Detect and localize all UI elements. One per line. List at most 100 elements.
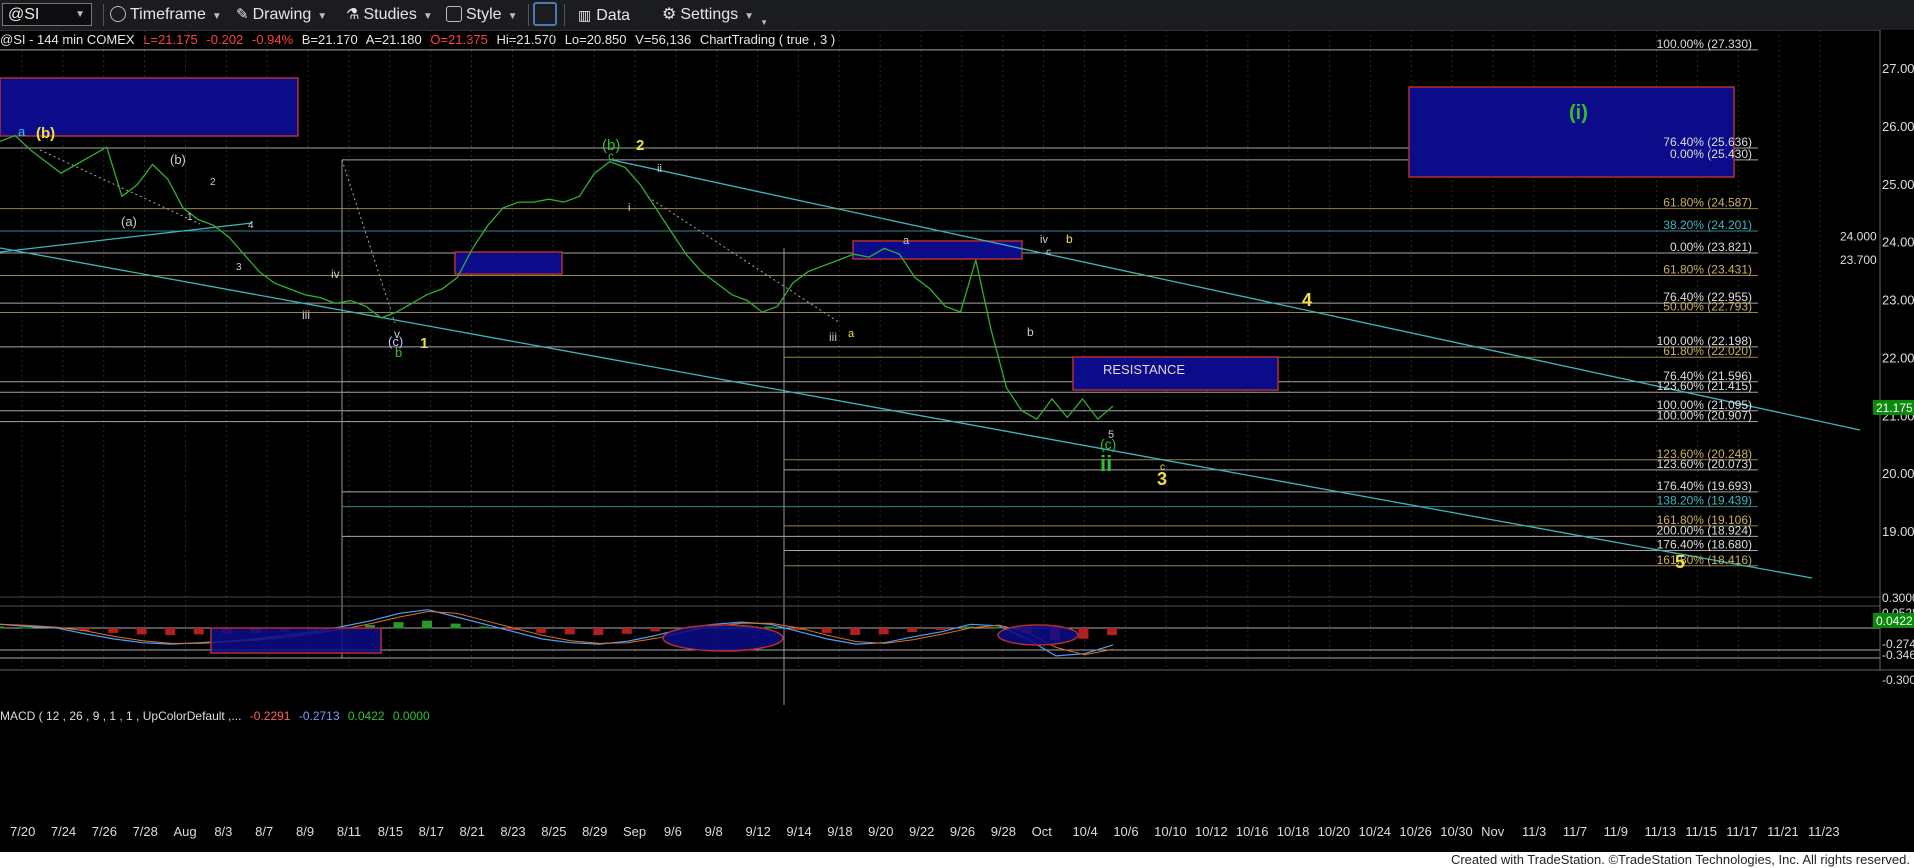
macd-value: -0.2291 <box>249 709 291 723</box>
macd-histogram-bar <box>0 626 4 629</box>
wave-b-small: b <box>1027 325 1034 339</box>
date-axis-label: 10/6 <box>1113 824 1138 839</box>
date-axis-label: 11/17 <box>1726 824 1758 839</box>
wave-b-green: b <box>395 345 402 360</box>
price-axis-label: 27.000 <box>1882 61 1914 76</box>
layout-toggle-icon[interactable] <box>533 2 557 26</box>
macd-axis-label: -0.3461 <box>1882 648 1914 662</box>
fib-label: 61.80% (24.587) <box>1663 196 1752 210</box>
fib-label: 100.00% (20.907) <box>1657 409 1752 423</box>
price-axis-label: 24.000 <box>1882 235 1914 250</box>
style-label: Style <box>466 6 502 23</box>
fib-label: 38.20% (24.201) <box>1663 218 1752 232</box>
pencil-icon: ✎ <box>236 6 249 23</box>
macd-histogram-bar <box>1107 628 1117 636</box>
date-axis-label: 10/20 <box>1318 824 1351 839</box>
last-price-tag: 21.175 <box>1873 400 1914 415</box>
wave-a-top: a <box>18 124 26 139</box>
symbol-input[interactable]: @SI ▼ <box>2 3 92 26</box>
macd-histogram-bar <box>1078 628 1089 639</box>
wave-c-small-2: c <box>1046 247 1051 258</box>
macd-histogram-bar <box>108 628 119 633</box>
macd-annotations <box>210 624 1079 654</box>
macd-last-tag: 0.0422 <box>1873 613 1914 628</box>
date-axis-label: 7/28 <box>133 824 158 839</box>
date-axis-label: 9/8 <box>705 824 723 839</box>
drawing-label: Drawing <box>252 6 312 23</box>
date-axis-label: 10/10 <box>1154 824 1187 839</box>
wave-i-small: i <box>628 202 630 214</box>
chevron-down-icon: ▼ <box>317 11 328 22</box>
macd-histogram-bar <box>536 628 547 633</box>
fib-label: 50.00% (22.793) <box>1663 299 1752 313</box>
date-axis-label: 10/26 <box>1399 824 1432 839</box>
date-axis-label: Sep <box>623 824 646 839</box>
style-menu[interactable]: Style ▼ <box>446 4 517 26</box>
chevron-down-icon: ▼ <box>507 11 518 22</box>
wave-iii-1: iii <box>302 308 310 322</box>
wave-2-small: 2 <box>210 177 216 188</box>
settings-menu[interactable]: ⚙ Settings ▼ ▼ <box>662 4 768 27</box>
price-axis-label: 23.000 <box>1882 293 1914 308</box>
wave-a-small: a <box>903 235 910 247</box>
macd-histogram-bar <box>393 622 404 629</box>
trend-lines <box>0 159 1861 579</box>
symbol-value: @SI <box>8 6 40 23</box>
wave-iv-2: iv <box>1040 234 1048 246</box>
macd-histogram-bar <box>22 627 33 629</box>
wave-2-yellow: 2 <box>636 137 644 154</box>
studies-menu[interactable]: ⚗ Studies ▼ <box>346 4 433 26</box>
macd-histogram-bar <box>907 628 918 633</box>
wave-ii-green: ii <box>1100 451 1112 476</box>
fib-label: 100.00% (27.330) <box>1657 37 1752 51</box>
price-axis-label: 26.000 <box>1882 119 1914 134</box>
drawing-menu[interactable]: ✎ Drawing ▼ <box>236 4 327 26</box>
date-axis-label: 8/25 <box>541 824 566 839</box>
macd-histogram-bar <box>621 628 632 634</box>
last-price-tag-text: 21.175 <box>1876 401 1913 415</box>
timeframe-menu[interactable]: Timeframe ▼ <box>110 4 222 26</box>
wave-a-paren: (a) <box>121 214 137 229</box>
date-axis-label: 9/26 <box>950 824 975 839</box>
data-menu[interactable]: ▥ Data <box>578 4 630 26</box>
date-axis-label: 8/21 <box>460 824 485 839</box>
style-icon <box>446 6 462 22</box>
chevron-down-icon: ▼ <box>744 11 755 22</box>
fib-label: 61.80% (22.020) <box>1663 344 1752 358</box>
macd-axis-label: 0.3000 <box>1882 591 1914 605</box>
fib-label: 123.60% (21.415) <box>1657 379 1752 393</box>
footer: Created with TradeStation. ©TradeStation… <box>0 852 1914 868</box>
date-axis-label: 8/29 <box>582 824 607 839</box>
bar-chart-icon: ▥ <box>578 7 592 23</box>
wave-1-yellow: 1 <box>420 335 428 352</box>
macd-histogram-bar <box>650 628 661 632</box>
fib-label: 0.00% (23.821) <box>1670 240 1752 254</box>
copyright-text: Created with TradeStation. ©TradeStation… <box>1450 852 1910 867</box>
macd-last-tag-text: 0.0422 <box>1876 614 1913 628</box>
price-series-line <box>0 134 1114 421</box>
macd-axis-labels: 0.30000.0528-0.2742-0.3461-0.3000 <box>1882 591 1914 687</box>
date-axis-labels: 7/20 7/24 7/26 7/28 Aug 8/3 8/7 8/9 8/11 8/15 8/17… <box>10 824 1840 839</box>
target-boxes <box>0 77 1735 391</box>
macd-histogram-bar <box>821 628 832 633</box>
wave-3-yellow: 3 <box>1157 469 1167 489</box>
date-axis-label: 9/18 <box>827 824 852 839</box>
wave-c-small: c <box>608 149 614 163</box>
date-axis-label: 11/21 <box>1767 824 1799 839</box>
date-axis-label: Aug <box>173 824 196 839</box>
date-axis-label: 9/20 <box>868 824 893 839</box>
wave-i-paren-green: (i) <box>1569 102 1588 124</box>
wave-4-small: 4 <box>248 220 254 231</box>
price-chart[interactable]: 27.00026.00025.00024.00023.00022.00021.0… <box>0 30 1914 850</box>
date-axis-label: 9/6 <box>664 824 682 839</box>
studies-label: Studies <box>363 6 417 23</box>
macd-histogram-bar <box>422 620 433 629</box>
chevron-down-icon: ▼ <box>211 11 222 22</box>
date-axis-label: 11/23 <box>1808 824 1840 839</box>
clock-icon <box>110 6 126 22</box>
wave-iii-2: iii <box>829 330 837 344</box>
date-axis-label: 8/11 <box>337 824 361 839</box>
price-axis-extra-label: 24.000 <box>1840 230 1877 244</box>
gear-icon: ⚙ <box>662 6 677 23</box>
macd-histogram-bar <box>450 623 461 629</box>
